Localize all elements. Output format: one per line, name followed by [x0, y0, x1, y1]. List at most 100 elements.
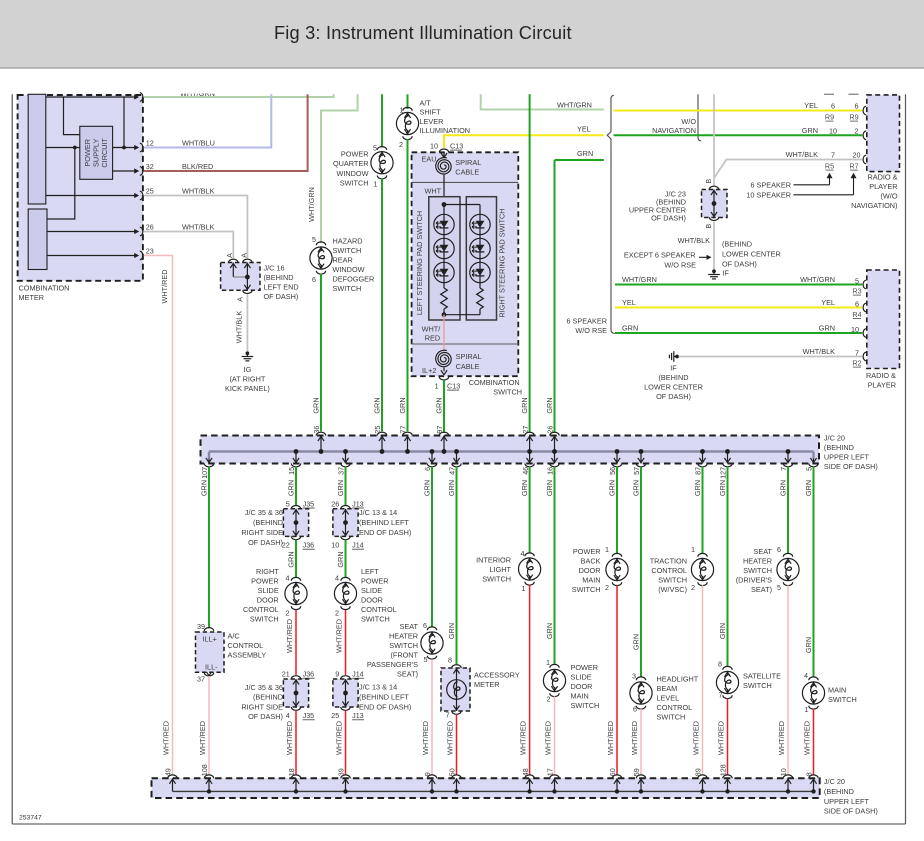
svg-text:SWITCH: SWITCH [340, 179, 369, 188]
svg-text:4: 4 [804, 671, 808, 680]
svg-text:97: 97 [435, 426, 444, 434]
svg-text:OF DASH): OF DASH) [248, 538, 283, 547]
svg-text:(AT RIGHT: (AT RIGHT [229, 375, 265, 384]
svg-text:A/T: A/T [420, 99, 432, 108]
svg-text:32: 32 [146, 162, 154, 171]
svg-text:6: 6 [855, 102, 859, 111]
svg-text:12: 12 [146, 139, 154, 148]
svg-text:(BEHIND: (BEHIND [264, 273, 294, 282]
svg-text:SEAT: SEAT [753, 547, 772, 556]
svg-text:BLK/RED: BLK/RED [182, 162, 213, 171]
svg-text:W/O RSE: W/O RSE [575, 326, 607, 335]
svg-text:SWITCH: SWITCH [658, 576, 687, 585]
svg-text:LEFT: LEFT [361, 567, 379, 576]
svg-text:GRN: GRN [447, 623, 456, 639]
svg-text:5: 5 [777, 583, 781, 592]
svg-text:SWITCH: SWITCH [572, 585, 601, 594]
svg-text:10: 10 [851, 325, 859, 334]
svg-text:HEATER: HEATER [743, 557, 772, 566]
svg-text:GRN: GRN [802, 126, 818, 135]
svg-text:25: 25 [373, 426, 382, 434]
svg-text:(BEHIND: (BEHIND [722, 240, 752, 249]
svg-text:56: 56 [608, 467, 617, 475]
svg-text:B: B [704, 179, 713, 184]
svg-text:1: 1 [805, 705, 809, 714]
svg-text:OF DASH): OF DASH) [248, 712, 283, 721]
svg-text:REAR: REAR [333, 256, 353, 265]
svg-text:SWITCH: SWITCH [493, 388, 522, 397]
svg-text:SLIDE: SLIDE [258, 586, 279, 595]
svg-text:END OF DASH): END OF DASH) [359, 528, 411, 537]
svg-text:3: 3 [632, 672, 636, 681]
svg-text:(BEHIND: (BEHIND [253, 518, 283, 527]
svg-text:5: 5 [855, 276, 859, 285]
svg-text:10: 10 [779, 768, 788, 776]
svg-text:9: 9 [423, 772, 432, 776]
svg-text:DOOR: DOOR [579, 566, 601, 575]
svg-text:(BEHIND: (BEHIND [824, 443, 854, 452]
svg-text:SEAT): SEAT) [397, 670, 418, 679]
svg-text:4: 4 [286, 574, 290, 583]
svg-text:47: 47 [448, 467, 457, 475]
svg-text:10 SPEAKER: 10 SPEAKER [746, 191, 791, 200]
svg-text:18: 18 [287, 768, 296, 776]
svg-text:DOOR: DOOR [257, 596, 279, 605]
svg-text:C13: C13 [447, 382, 460, 391]
svg-text:GRN: GRN [311, 397, 320, 413]
svg-text:(BEHIND LEFT: (BEHIND LEFT [359, 693, 409, 702]
svg-text:WHT/GRN: WHT/GRN [307, 187, 316, 222]
svg-text:DEFOGGER: DEFOGGER [333, 275, 375, 284]
svg-text:CONTROL: CONTROL [361, 605, 397, 614]
svg-text:GRN: GRN [545, 480, 554, 496]
svg-text:1: 1 [400, 106, 404, 115]
svg-text:WHT/RED: WHT/RED [285, 619, 294, 653]
svg-text:WHT/RED: WHT/RED [160, 269, 169, 303]
svg-text:GRN: GRN [804, 480, 813, 496]
svg-text:HAZARD: HAZARD [333, 237, 363, 246]
svg-text:POWER: POWER [361, 577, 389, 586]
svg-text:1: 1 [605, 545, 609, 554]
svg-text:SWITCH: SWITCH [828, 695, 857, 704]
svg-text:59: 59 [632, 768, 641, 776]
svg-text:LEVEL: LEVEL [657, 694, 680, 703]
svg-text:(DRIVER'S: (DRIVER'S [736, 576, 772, 585]
svg-text:GRN: GRN [520, 397, 529, 413]
svg-text:22: 22 [282, 541, 290, 550]
svg-text:4: 4 [521, 549, 525, 558]
svg-text:QUARTER: QUARTER [333, 159, 369, 168]
svg-text:END OF DASH): END OF DASH) [359, 703, 411, 712]
svg-text:J/C 20: J/C 20 [824, 434, 845, 443]
svg-text:WINDOW: WINDOW [333, 265, 365, 274]
svg-text:5: 5 [424, 655, 428, 664]
svg-text:CONTROL: CONTROL [651, 566, 687, 575]
svg-text:OF DASH): OF DASH) [656, 392, 691, 401]
svg-text:17: 17 [546, 768, 555, 776]
svg-text:WHT/GRN: WHT/GRN [557, 100, 592, 109]
svg-text:DOOR: DOOR [571, 682, 593, 691]
svg-text:B: B [704, 224, 713, 229]
svg-text:R2: R2 [852, 359, 861, 368]
svg-text:WHT/BLK: WHT/BLK [803, 347, 836, 356]
svg-text:POWER: POWER [341, 150, 369, 159]
svg-text:SWITCH: SWITCH [482, 575, 511, 584]
svg-text:GRN: GRN [577, 149, 593, 158]
svg-text:6: 6 [423, 467, 432, 471]
svg-text:NAVIGATION): NAVIGATION) [851, 201, 897, 210]
svg-text:27: 27 [521, 426, 530, 434]
svg-text:1: 1 [691, 545, 695, 554]
svg-text:IF: IF [723, 269, 730, 278]
svg-text:KICK PANEL): KICK PANEL) [225, 384, 270, 393]
svg-text:127: 127 [719, 467, 728, 479]
svg-text:GRN: GRN [336, 551, 345, 567]
svg-text:36: 36 [312, 426, 321, 434]
svg-text:SPIRAL: SPIRAL [455, 158, 481, 167]
svg-text:GRN: GRN [545, 623, 554, 639]
svg-text:IG: IG [244, 365, 252, 374]
svg-text:WHT/RED: WHT/RED [777, 721, 786, 755]
svg-text:20: 20 [853, 151, 861, 160]
svg-text:10: 10 [430, 142, 438, 151]
svg-text:A: A [239, 253, 248, 258]
svg-text:253747: 253747 [19, 815, 42, 822]
svg-text:6 SPEAKER: 6 SPEAKER [750, 181, 791, 190]
svg-text:R9: R9 [825, 113, 834, 122]
